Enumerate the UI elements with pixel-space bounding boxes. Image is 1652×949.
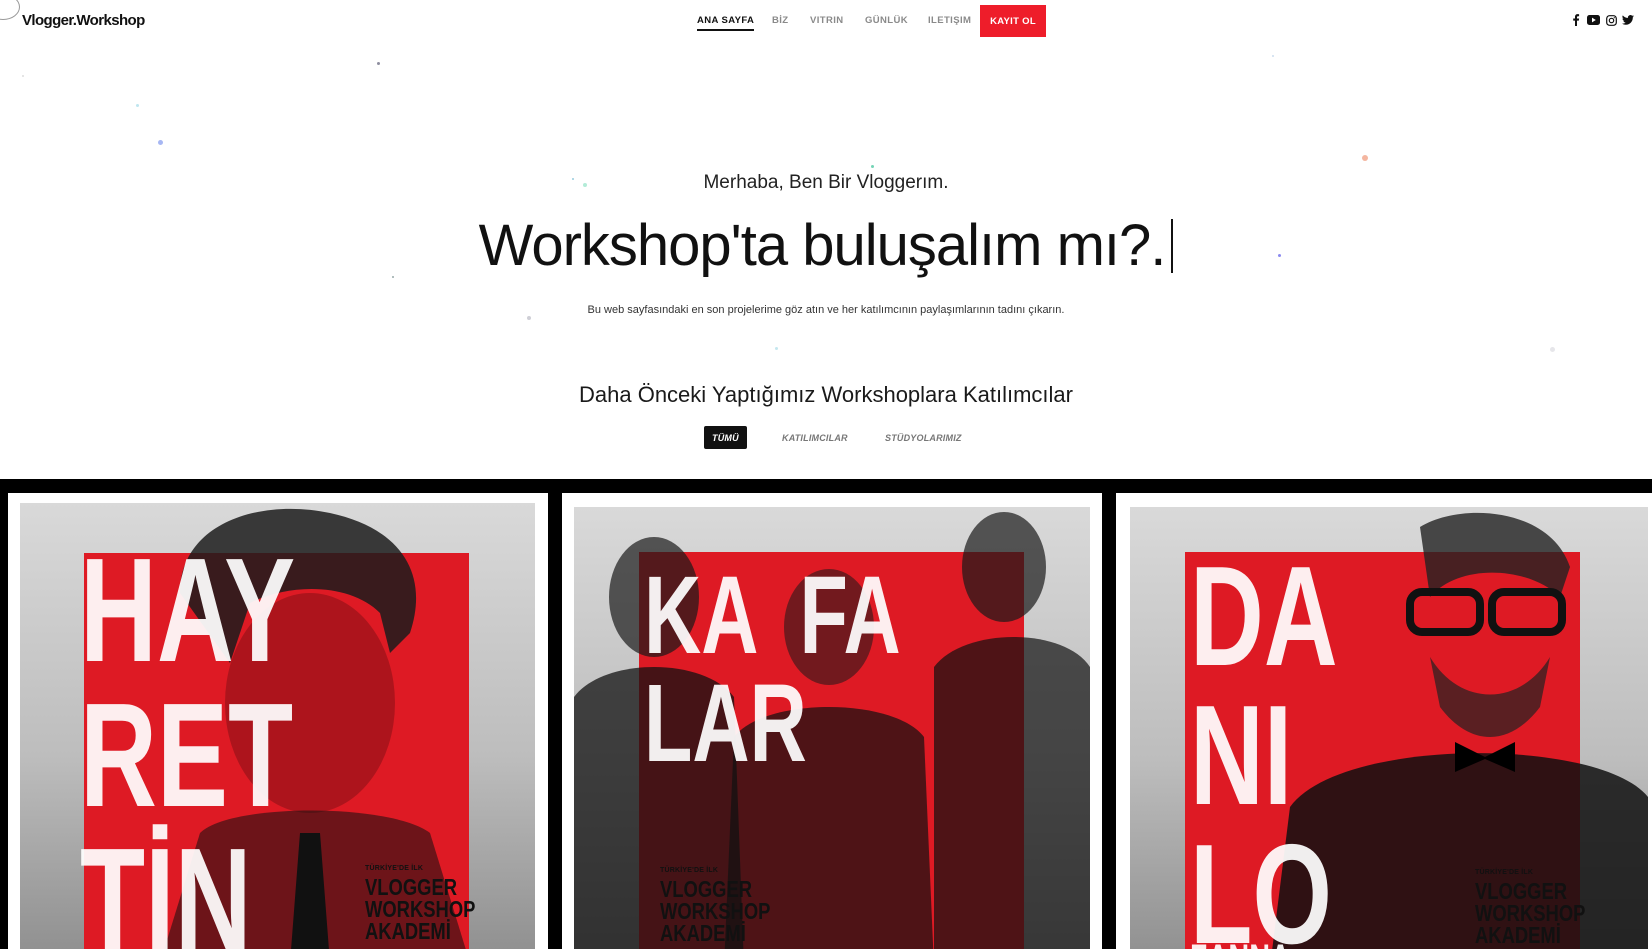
- hero-subtitle: Bu web sayfasındaki en son projelerime g…: [587, 304, 1065, 316]
- portfolio-card-hayrettin[interactable]: HAY RET TİN TÜRKİYE'DE İLK VLOGGER WORKS…: [8, 493, 548, 949]
- nav-item-ana-sayfa[interactable]: ANA SAYFA: [697, 15, 755, 31]
- poster-brand: VLOGGER WORKSHOP AKADEMİ: [660, 876, 771, 946]
- poster-name-surname: ZANNA: [1190, 939, 1291, 949]
- twitter-icon[interactable]: [1621, 13, 1635, 27]
- poster-image: KA FA LAR TÜRKİYE'DE İLK VLOGGER WORKSHO…: [574, 507, 1090, 949]
- poster-tagline: TÜRKİYE'DE İLK: [660, 867, 719, 874]
- nav-item-gunluk[interactable]: GÜNLÜK: [865, 15, 908, 26]
- poster-brand: VLOGGER WORKSHOP AKADEMİ: [1475, 878, 1586, 948]
- facebook-icon[interactable]: [1569, 13, 1583, 27]
- hero-greeting: Merhaba, Ben Bir Vloggerım.: [703, 172, 949, 193]
- poster-image: DA NI LO ZANNA TÜRKİYE'DE İLK VLOGGER WO…: [1130, 507, 1648, 949]
- particle-dot: [775, 347, 778, 350]
- site-header: Vlogger.Workshop ANA SAYFA BİZ VITRIN GÜ…: [0, 0, 1652, 42]
- particle-dot: [158, 140, 163, 145]
- particle-dot: [1362, 155, 1368, 161]
- particle-dot: [22, 75, 24, 77]
- filter-participants[interactable]: KATILIMCILAR: [774, 426, 856, 449]
- particle-dot: [1272, 55, 1274, 57]
- nav-item-iletisim[interactable]: ILETIŞIM: [928, 15, 971, 26]
- poster-tagline: TÜRKİYE'DE İLK: [365, 865, 424, 872]
- particle-dot: [527, 316, 531, 320]
- filter-all[interactable]: TÜMÜ: [704, 426, 747, 449]
- portfolio-title: Daha Önceki Yaptığımız Workshoplara Katı…: [579, 382, 1073, 407]
- register-button[interactable]: KAYIT OL: [980, 5, 1046, 37]
- hero-title-text: Workshop'ta buluşalım mı?.: [478, 213, 1167, 278]
- nav-item-vitrin[interactable]: VITRIN: [810, 15, 844, 26]
- poster-name-letters: KA FA LAR: [644, 554, 901, 785]
- instagram-icon[interactable]: [1604, 13, 1618, 27]
- nav-item-biz[interactable]: BİZ: [772, 15, 789, 26]
- particle-dot: [1550, 347, 1555, 352]
- portfolio-card-kafalar[interactable]: KA FA LAR TÜRKİYE'DE İLK VLOGGER WORKSHO…: [562, 493, 1102, 949]
- poster-image: HAY RET TİN TÜRKİYE'DE İLK VLOGGER WORKS…: [20, 503, 535, 949]
- filter-studios[interactable]: STÜDYOLARIMIZ: [877, 426, 970, 449]
- poster-name-letters: HAY RET TİN: [80, 528, 296, 949]
- particle-dot: [871, 165, 874, 168]
- portfolio-card-danilo[interactable]: DA NI LO ZANNA TÜRKİYE'DE İLK VLOGGER WO…: [1116, 493, 1652, 949]
- hero-title: Workshop'ta buluşalım mı?.: [0, 212, 1652, 279]
- youtube-icon[interactable]: [1586, 13, 1600, 27]
- poster-name-letters: DA NI LO: [1190, 537, 1338, 949]
- poster-tagline: TÜRKİYE'DE İLK: [1475, 869, 1534, 876]
- main-nav: ANA SAYFA BİZ VITRIN GÜNLÜK ILETIŞIM KAY…: [0, 0, 1652, 42]
- poster-brand: VLOGGER WORKSHOP AKADEMİ: [365, 874, 476, 944]
- particle-dot: [136, 104, 139, 107]
- particle-dot: [377, 62, 380, 65]
- typing-caret: [1171, 219, 1174, 273]
- portfolio-gallery: HAY RET TİN TÜRKİYE'DE İLK VLOGGER WORKS…: [0, 479, 1652, 949]
